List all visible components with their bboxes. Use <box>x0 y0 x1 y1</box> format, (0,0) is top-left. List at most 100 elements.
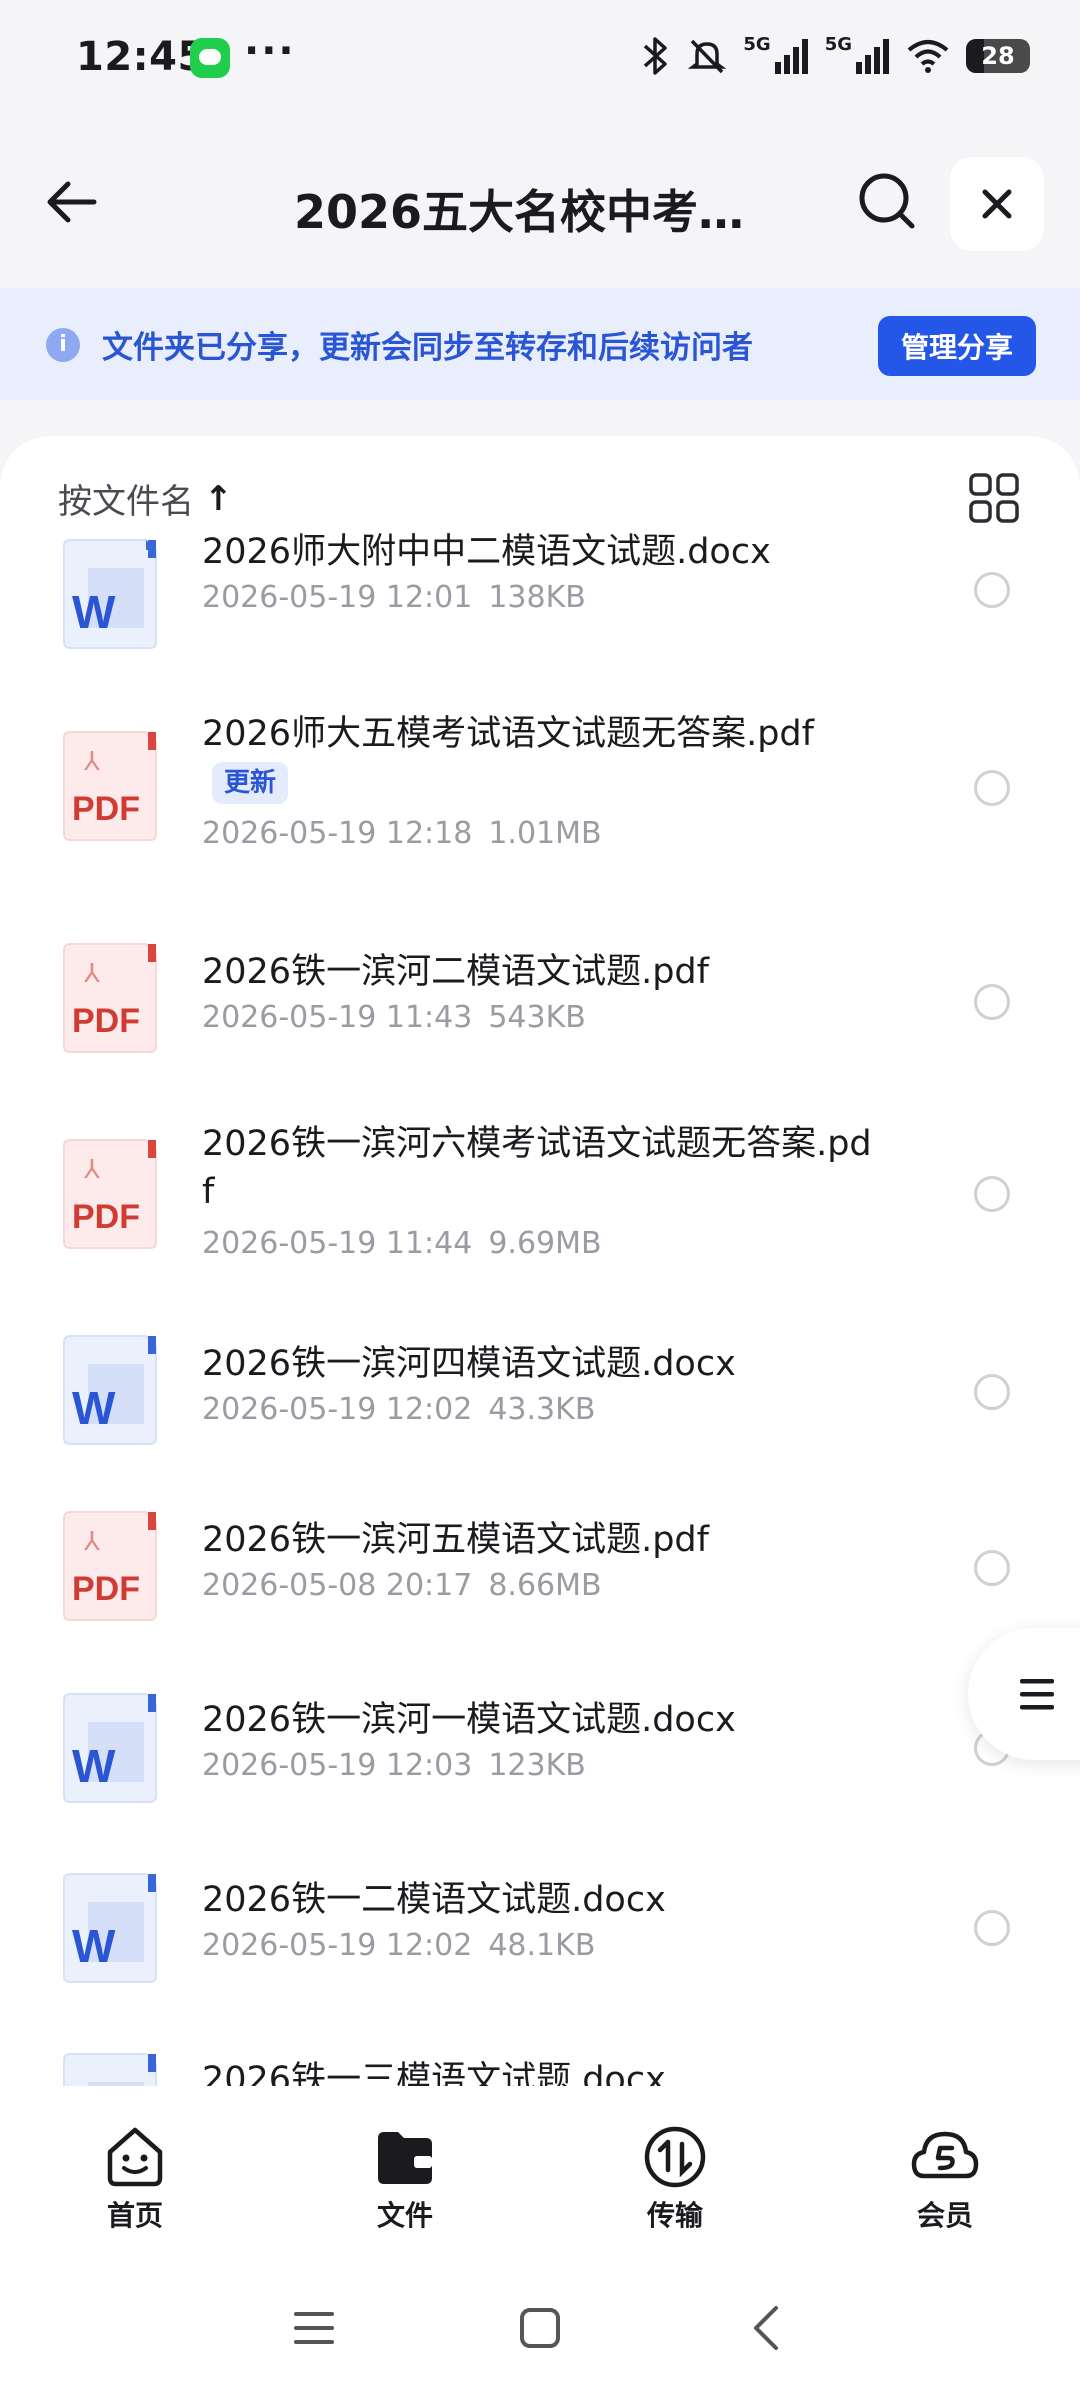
grid-view-icon <box>969 473 1019 523</box>
back-chevron-icon <box>754 2306 778 2350</box>
file-meta: 2026-05-19 11:44 9.69MB <box>202 1226 602 1261</box>
file-date: 2026-05-19 12:02 <box>202 1392 473 1427</box>
file-date: 2026-05-19 12:02 <box>202 1928 473 1963</box>
bottom-tab-bar: 首页 文件 传输 会员 <box>0 2086 1080 2266</box>
select-radio[interactable] <box>974 770 1010 806</box>
select-radio[interactable] <box>974 1176 1010 1212</box>
file-name-text: 2026师大五模考试语文试题无答案.pdf <box>202 714 814 754</box>
file-row[interactable]: ⅄ PDF 2026铁一滨河五模语文试题.pdf 2026-05-08 20:1… <box>0 1494 1080 1674</box>
more-notifications-icon: ··· <box>244 28 296 74</box>
file-meta: 2026-05-19 11:43 543KB <box>202 1000 586 1035</box>
back-arrow-icon <box>47 181 97 223</box>
file-size: 48.1KB <box>488 1928 596 1963</box>
close-icon <box>982 189 1012 219</box>
svg-text:PDF: PDF <box>72 1198 140 1236</box>
file-name: 2026铁一三模语文试题.docx <box>202 2060 666 2086</box>
search-icon <box>859 173 915 229</box>
file-date: 2026-05-19 11:44 <box>202 1226 473 1261</box>
list-menu-icon <box>1020 1679 1054 1710</box>
file-row[interactable]: ⅄ PDF 2026铁一滨河六模考试语文试题无答案.pdf 2026-05-19… <box>0 1120 1080 1312</box>
file-name: 2026师大五模考试语文试题无答案.pdf 更新 <box>202 710 882 806</box>
message-icon <box>190 38 230 78</box>
file-meta: 2026-05-19 12:18 1.01MB <box>202 816 602 851</box>
vip-cloud-icon <box>911 2131 979 2179</box>
tab-transfer[interactable]: 传输 <box>540 2086 810 2266</box>
file-size: 8.66MB <box>488 1568 602 1603</box>
folder-icon <box>378 2132 432 2184</box>
pdf-file-icon: ⅄ PDF <box>63 1511 157 1621</box>
svg-text:W: W <box>72 1740 116 1792</box>
updated-badge: 更新 <box>212 762 289 804</box>
file-row[interactable]: W 2026铁一滨河四模语文试题.docx 2026-05-19 12:02 43… <box>0 1312 1080 1494</box>
word-file-icon: W <box>63 2053 157 2086</box>
select-radio[interactable] <box>974 1550 1010 1586</box>
battery-level: 28 <box>981 42 1015 70</box>
select-radio[interactable] <box>974 572 1010 608</box>
close-button[interactable] <box>950 157 1044 251</box>
file-row[interactable]: W 2026铁一滨河一模语文试题.docx 2026-05-19 12:03 12… <box>0 1674 1080 1854</box>
grid-view-button[interactable] <box>968 472 1020 524</box>
file-date: 2026-05-19 12:03 <box>202 1748 473 1783</box>
file-meta: 2026-05-08 20:17 8.66MB <box>202 1568 602 1603</box>
file-meta: 2026-05-19 12:02 48.1KB <box>202 1928 595 1963</box>
tab-home[interactable]: 首页 <box>0 2086 270 2266</box>
file-row[interactable]: W 2026师大附中中二模语文试题.docx 2026-05-19 12:01 1… <box>0 528 1080 710</box>
file-size: 138KB <box>488 580 586 615</box>
svg-text:⅄: ⅄ <box>83 1154 100 1184</box>
file-meta: 2026-05-19 12:01 138KB <box>202 580 586 615</box>
home-face-icon <box>107 2127 163 2187</box>
sort-ascending-icon: ↑ <box>204 478 233 519</box>
pdf-file-icon: ⅄ PDF <box>63 943 157 1053</box>
file-row[interactable]: ⅄ PDF 2026铁一滨河二模语文试题.pdf 2026-05-19 11:4… <box>0 928 1080 1120</box>
select-radio[interactable] <box>974 984 1010 1020</box>
bluetooth-icon <box>641 34 671 78</box>
tab-vip[interactable]: 会员 <box>810 2086 1080 2266</box>
file-meta: 2026-05-19 12:03 123KB <box>202 1748 586 1783</box>
tab-files[interactable]: 文件 <box>270 2086 540 2266</box>
tab-label: 文件 <box>376 2199 433 2232</box>
file-row[interactable]: ⅄ PDF 2026师大五模考试语文试题无答案.pdf 更新 2026-05-19… <box>0 710 1080 928</box>
file-row[interactable]: W 2026铁一三模语文试题.docx <box>0 2034 1080 2086</box>
status-bar: 12:45 ··· 5G 5G 28 <box>0 0 1080 118</box>
word-file-icon: W <box>63 539 157 649</box>
file-row[interactable]: W 2026铁一二模语文试题.docx 2026-05-19 12:02 48.1… <box>0 1854 1080 2034</box>
info-icon: i <box>46 328 80 362</box>
word-file-icon: W <box>63 1335 157 1445</box>
file-panel: 按文件名 ↑ W 2026师大附中中二模语文试题.docx 2026-05-19… <box>0 436 1080 2086</box>
share-notice-text: 文件夹已分享，更新会同步至转存和后续访问者 <box>102 330 753 366</box>
home-button[interactable] <box>510 2298 570 2358</box>
transfer-icon <box>644 2126 706 2188</box>
file-name: 2026铁一二模语文试题.docx <box>202 1880 666 1920</box>
system-navigation-bar <box>0 2266 1080 2400</box>
svg-text:W: W <box>72 1382 116 1434</box>
file-size: 123KB <box>488 1748 586 1783</box>
recent-apps-button[interactable] <box>284 2298 344 2358</box>
file-name: 2026铁一滨河一模语文试题.docx <box>202 1700 736 1740</box>
manage-share-button[interactable]: 管理分享 <box>878 316 1036 376</box>
back-button[interactable] <box>36 162 116 242</box>
pdf-file-icon: ⅄ PDF <box>63 1139 157 1249</box>
svg-text:⅄: ⅄ <box>83 958 100 988</box>
file-name: 2026铁一滨河六模考试语文试题无答案.pdf <box>202 1124 872 1212</box>
system-back-button[interactable] <box>738 2298 798 2358</box>
file-date: 2026-05-19 12:18 <box>202 816 473 851</box>
word-file-icon: W <box>63 1873 157 1983</box>
tab-label: 传输 <box>646 2199 703 2232</box>
sort-label: 按文件名 <box>58 482 194 522</box>
file-name: 2026铁一滨河二模语文试题.pdf <box>202 952 709 992</box>
search-button[interactable] <box>848 162 928 242</box>
file-size: 1.01MB <box>488 816 602 851</box>
svg-text:⅄: ⅄ <box>83 1526 100 1556</box>
tab-label: 会员 <box>916 2199 973 2232</box>
select-radio[interactable] <box>974 1374 1010 1410</box>
status-time: 12:45 <box>76 34 206 80</box>
svg-text:W: W <box>72 1920 116 1972</box>
network-type-2: 5G <box>824 34 852 55</box>
signal-icon: 5G <box>743 34 808 78</box>
sort-control[interactable]: 按文件名 ↑ <box>58 474 233 523</box>
svg-text:PDF: PDF <box>72 1570 140 1608</box>
file-name: 2026铁一滨河四模语文试题.docx <box>202 1344 736 1384</box>
home-square-icon <box>520 2308 560 2348</box>
select-radio[interactable] <box>974 1910 1010 1946</box>
file-meta: 2026-05-19 12:02 43.3KB <box>202 1392 595 1427</box>
